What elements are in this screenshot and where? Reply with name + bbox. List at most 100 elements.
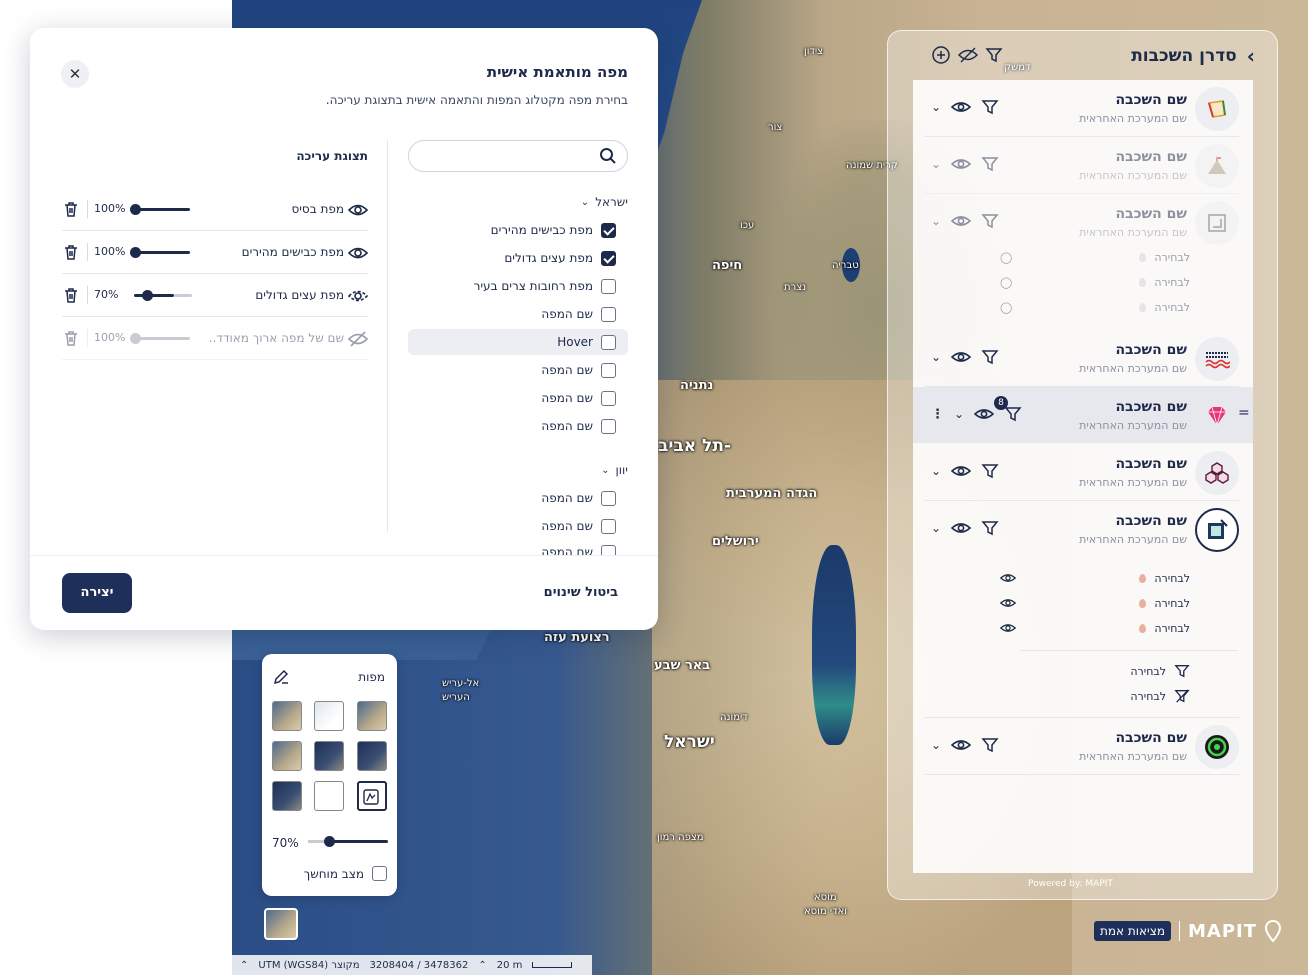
eye-icon[interactable] — [1000, 572, 1016, 584]
checkbox[interactable] — [601, 334, 616, 350]
layer-row-selected[interactable]: שם השכבה שם המערכת האחראית ⋮ ⌄ — [925, 387, 1239, 444]
filter-item[interactable]: לבחירה — [1000, 686, 1190, 706]
eye-off-icon[interactable]: ◯ — [1000, 251, 1012, 264]
back-chevron-icon[interactable]: › — [1247, 44, 1255, 68]
basemap-dark[interactable] — [357, 741, 387, 771]
sub-layer-item[interactable]: לבחירה ◯ — [1000, 247, 1190, 267]
opacity-slider-knob[interactable] — [130, 333, 141, 344]
picker-opacity-knob[interactable] — [324, 836, 335, 847]
basemap-light[interactable] — [314, 701, 344, 731]
opacity-slider-track[interactable] — [134, 208, 190, 211]
checkbox[interactable] — [601, 222, 616, 238]
chevron-up-icon[interactable]: ⌃ — [478, 960, 486, 971]
layer-row-disabled[interactable]: שם השכבה שם המערכת האחראית ⌄ — [925, 194, 1239, 251]
layer-row-disabled[interactable]: שם השכבה שם המערכת האחראית ⌄ — [925, 137, 1239, 194]
filter-item[interactable]: לבחירה — [1000, 661, 1190, 681]
catalog-group-israel[interactable]: ישראל ⌄ — [581, 195, 628, 209]
filter-icon[interactable] — [981, 736, 999, 754]
basemap-blank[interactable] — [314, 781, 344, 811]
opacity-slider-knob[interactable] — [130, 247, 141, 258]
catalog-option[interactable]: שם המפה — [408, 513, 628, 539]
eye-icon[interactable] — [348, 202, 368, 218]
checkbox[interactable] — [372, 866, 387, 881]
filter-icon[interactable] — [981, 348, 999, 366]
projection-label[interactable]: UTM (WGS84) מקוצר — [258, 960, 359, 971]
chevron-down-icon[interactable]: ⌄ — [931, 100, 941, 114]
catalog-option[interactable]: שם המפה — [408, 413, 628, 439]
trash-icon[interactable] — [62, 286, 80, 304]
filter-icon[interactable] — [981, 462, 999, 480]
catalog-option[interactable]: מפת עצים גדולים — [408, 245, 628, 271]
filter-icon[interactable] — [985, 46, 1003, 64]
catalog-option[interactable]: מפת רחובות צרים בעיר — [408, 273, 628, 299]
filter-icon[interactable] — [981, 155, 999, 173]
eye-icon[interactable] — [951, 464, 972, 478]
layer-row[interactable]: שם השכבה שם המערכת האחראית ⌄ — [925, 330, 1239, 387]
checkbox[interactable] — [601, 545, 616, 555]
catalog-option[interactable]: שם המפה — [408, 541, 628, 555]
edit-icon[interactable] — [272, 668, 290, 686]
eye-dashed-icon[interactable] — [348, 288, 368, 304]
trash-icon[interactable] — [62, 243, 80, 261]
checkbox[interactable] — [601, 306, 616, 322]
chevron-down-icon[interactable]: ⌄ — [954, 407, 964, 421]
basemap-night[interactable] — [272, 781, 302, 811]
basemap-dark-satellite[interactable] — [314, 741, 344, 771]
basemap-satellite[interactable] — [357, 701, 387, 731]
cancel-changes-button[interactable]: ביטול שינוים — [544, 585, 618, 600]
opacity-slider-knob[interactable] — [130, 204, 141, 215]
drag-handle-icon[interactable]: = — [1238, 405, 1250, 421]
search-input[interactable] — [423, 146, 593, 166]
layer-row[interactable]: שם השכבה שם המערכת האחראית ⌄ — [925, 444, 1239, 501]
checkbox[interactable] — [601, 362, 616, 378]
filter-icon[interactable] — [981, 98, 999, 116]
checkbox[interactable] — [601, 518, 616, 534]
create-button[interactable]: יצירה — [62, 573, 132, 613]
basemap-hybrid[interactable] — [272, 741, 302, 771]
catalog-option[interactable]: שם המפה — [408, 485, 628, 511]
eye-icon[interactable] — [951, 214, 972, 228]
sub-layer-item[interactable]: לבחירה ◯ — [1000, 297, 1190, 317]
checkbox[interactable] — [601, 250, 616, 266]
eye-icon[interactable] — [951, 521, 972, 535]
basemap-terrain[interactable] — [272, 701, 302, 731]
eye-icon[interactable] — [974, 407, 995, 421]
eye-off-icon[interactable] — [958, 46, 978, 64]
opacity-slider-knob[interactable] — [142, 290, 153, 301]
catalog-option[interactable]: שם המפה — [408, 301, 628, 327]
checkbox[interactable] — [601, 390, 616, 406]
eye-icon[interactable] — [951, 350, 972, 364]
chevron-down-icon[interactable]: ⌄ — [931, 738, 941, 752]
catalog-option[interactable]: מפת כבישים מהירים — [408, 217, 628, 243]
eye-icon[interactable] — [951, 738, 972, 752]
catalog-option-hover[interactable]: Hover — [408, 329, 628, 355]
trash-icon[interactable] — [62, 200, 80, 218]
more-icon[interactable]: ⋮ — [931, 407, 944, 422]
opacity-slider-track[interactable] — [134, 337, 190, 340]
filter-icon[interactable] — [1004, 405, 1022, 423]
checkbox[interactable] — [601, 490, 616, 506]
chevron-down-icon[interactable]: ⌄ — [931, 521, 941, 535]
eye-off-icon[interactable] — [348, 331, 368, 347]
filter-icon[interactable] — [981, 519, 999, 537]
checkbox[interactable] — [601, 278, 616, 294]
opacity-slider-track[interactable] — [134, 294, 174, 297]
eye-icon[interactable]: ◯ — [1000, 276, 1012, 289]
basemap-toggle-button[interactable] — [264, 908, 298, 940]
catalog-option[interactable]: שם המפה — [408, 357, 628, 383]
layer-row[interactable]: שם השכבה שם המערכת האחראית ⌄ — [925, 718, 1239, 775]
chevron-down-icon[interactable]: ⌄ — [931, 350, 941, 364]
add-layer-icon[interactable] — [931, 45, 951, 65]
layer-row-expanded[interactable]: שם השכבה שם המערכת האחראית ⌄ — [925, 501, 1239, 558]
eye-icon[interactable] — [1000, 622, 1016, 634]
chevron-up-icon[interactable]: ⌃ — [240, 960, 248, 971]
dark-mode-toggle[interactable]: מצב מוחשך — [304, 866, 387, 881]
basemap-custom[interactable] — [357, 781, 387, 811]
sub-layer-item[interactable]: לבחירה ◯ — [1000, 272, 1190, 292]
eye-icon[interactable] — [951, 157, 972, 171]
opacity-slider-track[interactable] — [134, 251, 190, 254]
sub-layer-item[interactable]: לבחירה — [1000, 618, 1190, 638]
search-box[interactable] — [408, 140, 628, 172]
checkbox[interactable] — [601, 418, 616, 434]
sub-layer-item[interactable]: לבחירה — [1000, 593, 1190, 613]
